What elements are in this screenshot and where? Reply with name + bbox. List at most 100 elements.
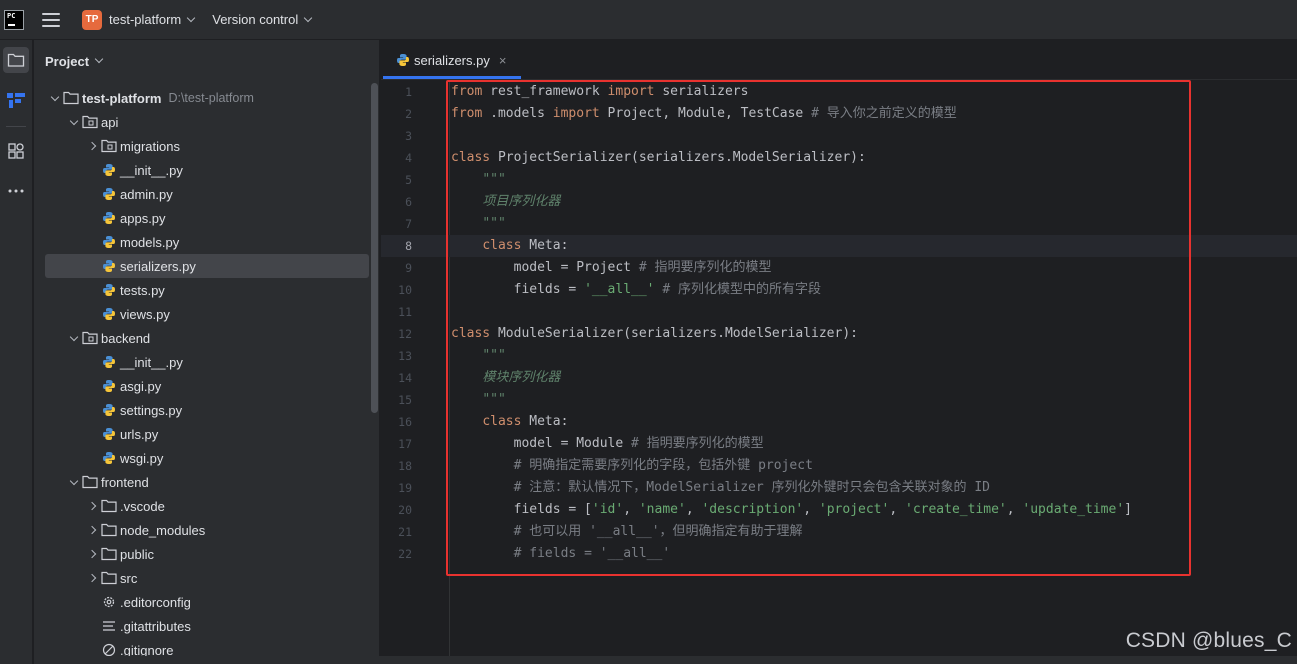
project-badge[interactable]: TP: [82, 9, 102, 30]
close-icon[interactable]: ×: [499, 53, 507, 68]
main-menu-icon[interactable]: [42, 12, 60, 27]
tree-item-label: admin.py: [120, 186, 173, 202]
plugins-tool-button[interactable]: [3, 138, 29, 164]
line-number: 17: [398, 437, 412, 451]
python-file-icon: [101, 258, 117, 274]
chevron-down-icon[interactable]: [66, 474, 82, 490]
code-line[interactable]: 2 from .models import Project, Module, Te…: [381, 103, 1297, 125]
code-line[interactable]: 16 class Meta:: [381, 411, 1297, 433]
more-icon: [8, 189, 24, 193]
project-switcher[interactable]: test-platform: [109, 12, 196, 27]
python-file-icon: [101, 162, 117, 178]
project-view-selector[interactable]: Project: [34, 40, 379, 82]
tree-item-label: test-platform: [82, 90, 162, 106]
tree-item-editorconfig[interactable]: .editorconfig: [45, 590, 369, 614]
line-number: 14: [398, 371, 412, 385]
code-token: import: [552, 106, 600, 121]
chevron-down-icon[interactable]: [66, 114, 82, 130]
code-line[interactable]: 4 class ProjectSerializer(serializers.Mod…: [381, 147, 1297, 169]
code-token: ModuleSerializer(serializers.ModelSerial…: [490, 326, 858, 341]
structure-tool-button[interactable]: [3, 87, 29, 113]
chevron-down-icon[interactable]: [66, 330, 82, 346]
tree-item-views-py[interactable]: views.py: [45, 302, 369, 326]
code-line[interactable]: 20 fields = ['id', 'name', 'description'…: [381, 499, 1297, 521]
tree-item-label: src: [120, 570, 138, 586]
code-token: 模块序列化器: [482, 370, 561, 385]
line-number: 16: [398, 415, 412, 429]
code-line[interactable]: 12 class ModuleSerializer(serializers.Mod…: [381, 323, 1297, 345]
tree-root[interactable]: test-platform D:\test-platform: [45, 86, 369, 110]
more-tool-button[interactable]: [3, 178, 29, 204]
chevron-down-icon[interactable]: [47, 90, 63, 106]
code-text: class ProjectSerializer(serializers.Mode…: [451, 147, 866, 169]
tree-item-backend[interactable]: backend: [45, 326, 369, 350]
tree-item-label: frontend: [101, 474, 149, 490]
code-line[interactable]: 13 """: [381, 345, 1297, 367]
tree-item-tests-py[interactable]: tests.py: [45, 278, 369, 302]
chevron-right-icon[interactable]: [85, 570, 101, 586]
code-token: """: [482, 392, 506, 407]
code-line[interactable]: 11: [381, 301, 1297, 323]
tree-item-frontend[interactable]: frontend: [45, 470, 369, 494]
line-number: 11: [398, 305, 412, 319]
tree-item-src[interactable]: src: [45, 566, 369, 590]
tree-item-asgi-py[interactable]: asgi.py: [45, 374, 369, 398]
code-line[interactable]: 15 """: [381, 389, 1297, 411]
tree-item-label: backend: [101, 330, 151, 346]
code-token: import: [607, 84, 655, 99]
folder-icon: [7, 53, 25, 67]
code-line[interactable]: 17 model = Module # 指明要序列化的模型: [381, 433, 1297, 455]
tree-item-models-py[interactable]: models.py: [45, 230, 369, 254]
tree-item-wsgi-py[interactable]: wsgi.py: [45, 446, 369, 470]
code-line[interactable]: 8 class Meta:: [381, 235, 1297, 257]
title-bar: PC TP test-platform Version control: [0, 0, 1297, 40]
tree-item-public[interactable]: public: [45, 542, 369, 566]
tree-item-admin-py[interactable]: admin.py: [45, 182, 369, 206]
tree-item-gitattributes[interactable]: .gitattributes: [45, 614, 369, 638]
code-line[interactable]: 1 from rest_framework import serializers: [381, 81, 1297, 103]
chevron-right-icon[interactable]: [85, 522, 101, 538]
tree-item-apps-py[interactable]: apps.py: [45, 206, 369, 230]
code-line[interactable]: 18 # 明确指定需要序列化的字段，包括外键 project: [381, 455, 1297, 477]
code-text: """: [451, 345, 505, 367]
code-line[interactable]: 19 # 注意：默认情况下，ModelSerializer 序列化外键时只会包含…: [381, 477, 1297, 499]
tree-item-vscode[interactable]: .vscode: [45, 494, 369, 518]
code-line[interactable]: 14 模块序列化器: [381, 367, 1297, 389]
tree-item-migrations[interactable]: migrations: [45, 134, 369, 158]
code-line[interactable]: 5 """: [381, 169, 1297, 191]
tree-item-settings-py[interactable]: settings.py: [45, 398, 369, 422]
code-line[interactable]: 21 # 也可以用 '__all__'，但明确指定有助于理解: [381, 521, 1297, 543]
version-control-menu[interactable]: Version control: [212, 12, 313, 27]
code-text: """: [451, 169, 505, 191]
code-line[interactable]: 6 项目序列化器: [381, 191, 1297, 213]
code-token: .models: [482, 106, 553, 121]
project-tool-button[interactable]: [3, 47, 29, 73]
chevron-right-icon[interactable]: [85, 546, 101, 562]
code-area[interactable]: 1 from rest_framework import serializers 2…: [381, 81, 1297, 656]
tree-item-node-modules[interactable]: node_modules: [45, 518, 369, 542]
tree-item-label: apps.py: [120, 210, 166, 226]
tab-serializers[interactable]: serializers.py ×: [387, 40, 514, 80]
module-folder-icon: [82, 330, 98, 346]
code-line[interactable]: 22 # fields = '__all__': [381, 543, 1297, 565]
tree-scrollbar[interactable]: [371, 83, 378, 413]
code-line[interactable]: 10 fields = '__all__' # 序列化模型中的所有字段: [381, 279, 1297, 301]
code-line[interactable]: 3: [381, 125, 1297, 147]
code-token: 'description': [701, 502, 804, 517]
chevron-right-icon[interactable]: [85, 138, 101, 154]
tree-item-init-py[interactable]: __init__.py: [45, 350, 369, 374]
code-line[interactable]: 9 model = Project # 指明要序列化的模型: [381, 257, 1297, 279]
code-token: '__all__': [584, 282, 655, 297]
chevron-right-icon[interactable]: [85, 498, 101, 514]
code-token: Meta:: [521, 414, 569, 429]
tree-item-api[interactable]: api: [45, 110, 369, 134]
tree-item-urls-py[interactable]: urls.py: [45, 422, 369, 446]
tree-item-serializers-py[interactable]: serializers.py: [45, 254, 369, 278]
code-line[interactable]: 7 """: [381, 213, 1297, 235]
tree-item-init-py[interactable]: __init__.py: [45, 158, 369, 182]
